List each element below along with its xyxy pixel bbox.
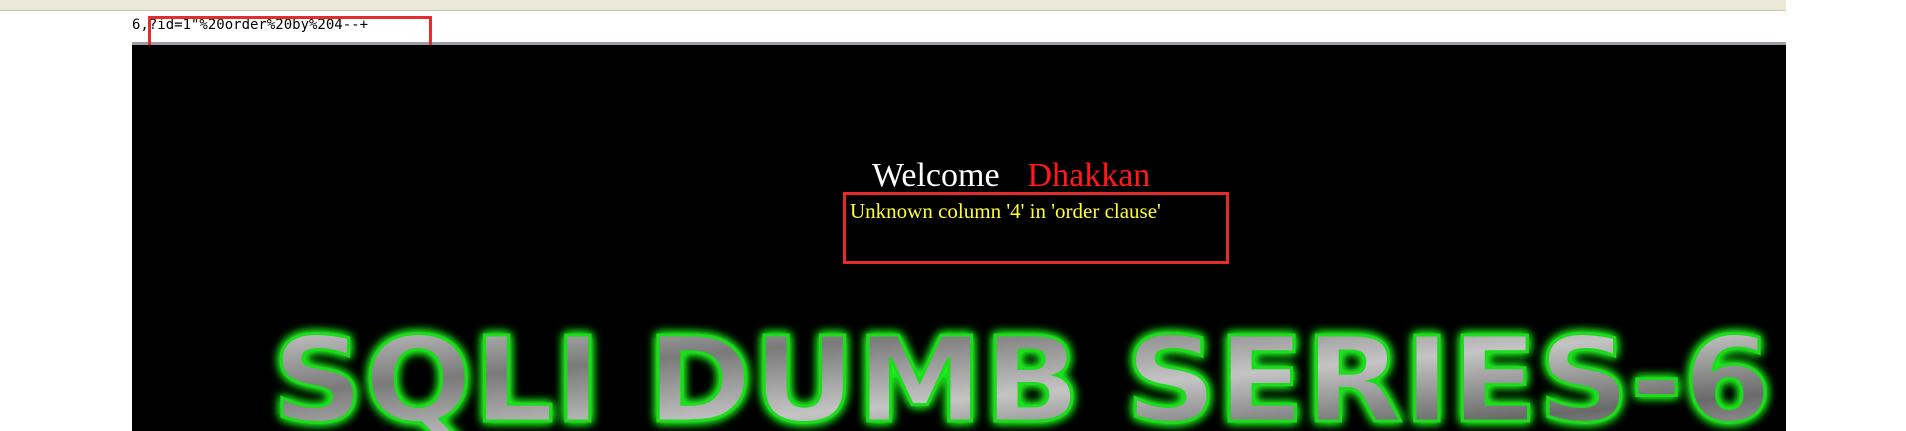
username: Dhakkan [1027, 157, 1151, 194]
browser-toolbar [0, 0, 1786, 11]
welcome-line: Welcome Dhakkan [872, 157, 1150, 195]
banner-logo: SQLI DUMB SERIES-6 [271, 310, 1774, 431]
welcome-label: Welcome [872, 157, 1000, 194]
error-annotation-box [843, 192, 1229, 264]
banner-title: SQLI DUMB SERIES-6 [272, 311, 1772, 431]
page-content: Welcome Dhakkan Unknown column '4' in 'or… [132, 45, 1786, 431]
